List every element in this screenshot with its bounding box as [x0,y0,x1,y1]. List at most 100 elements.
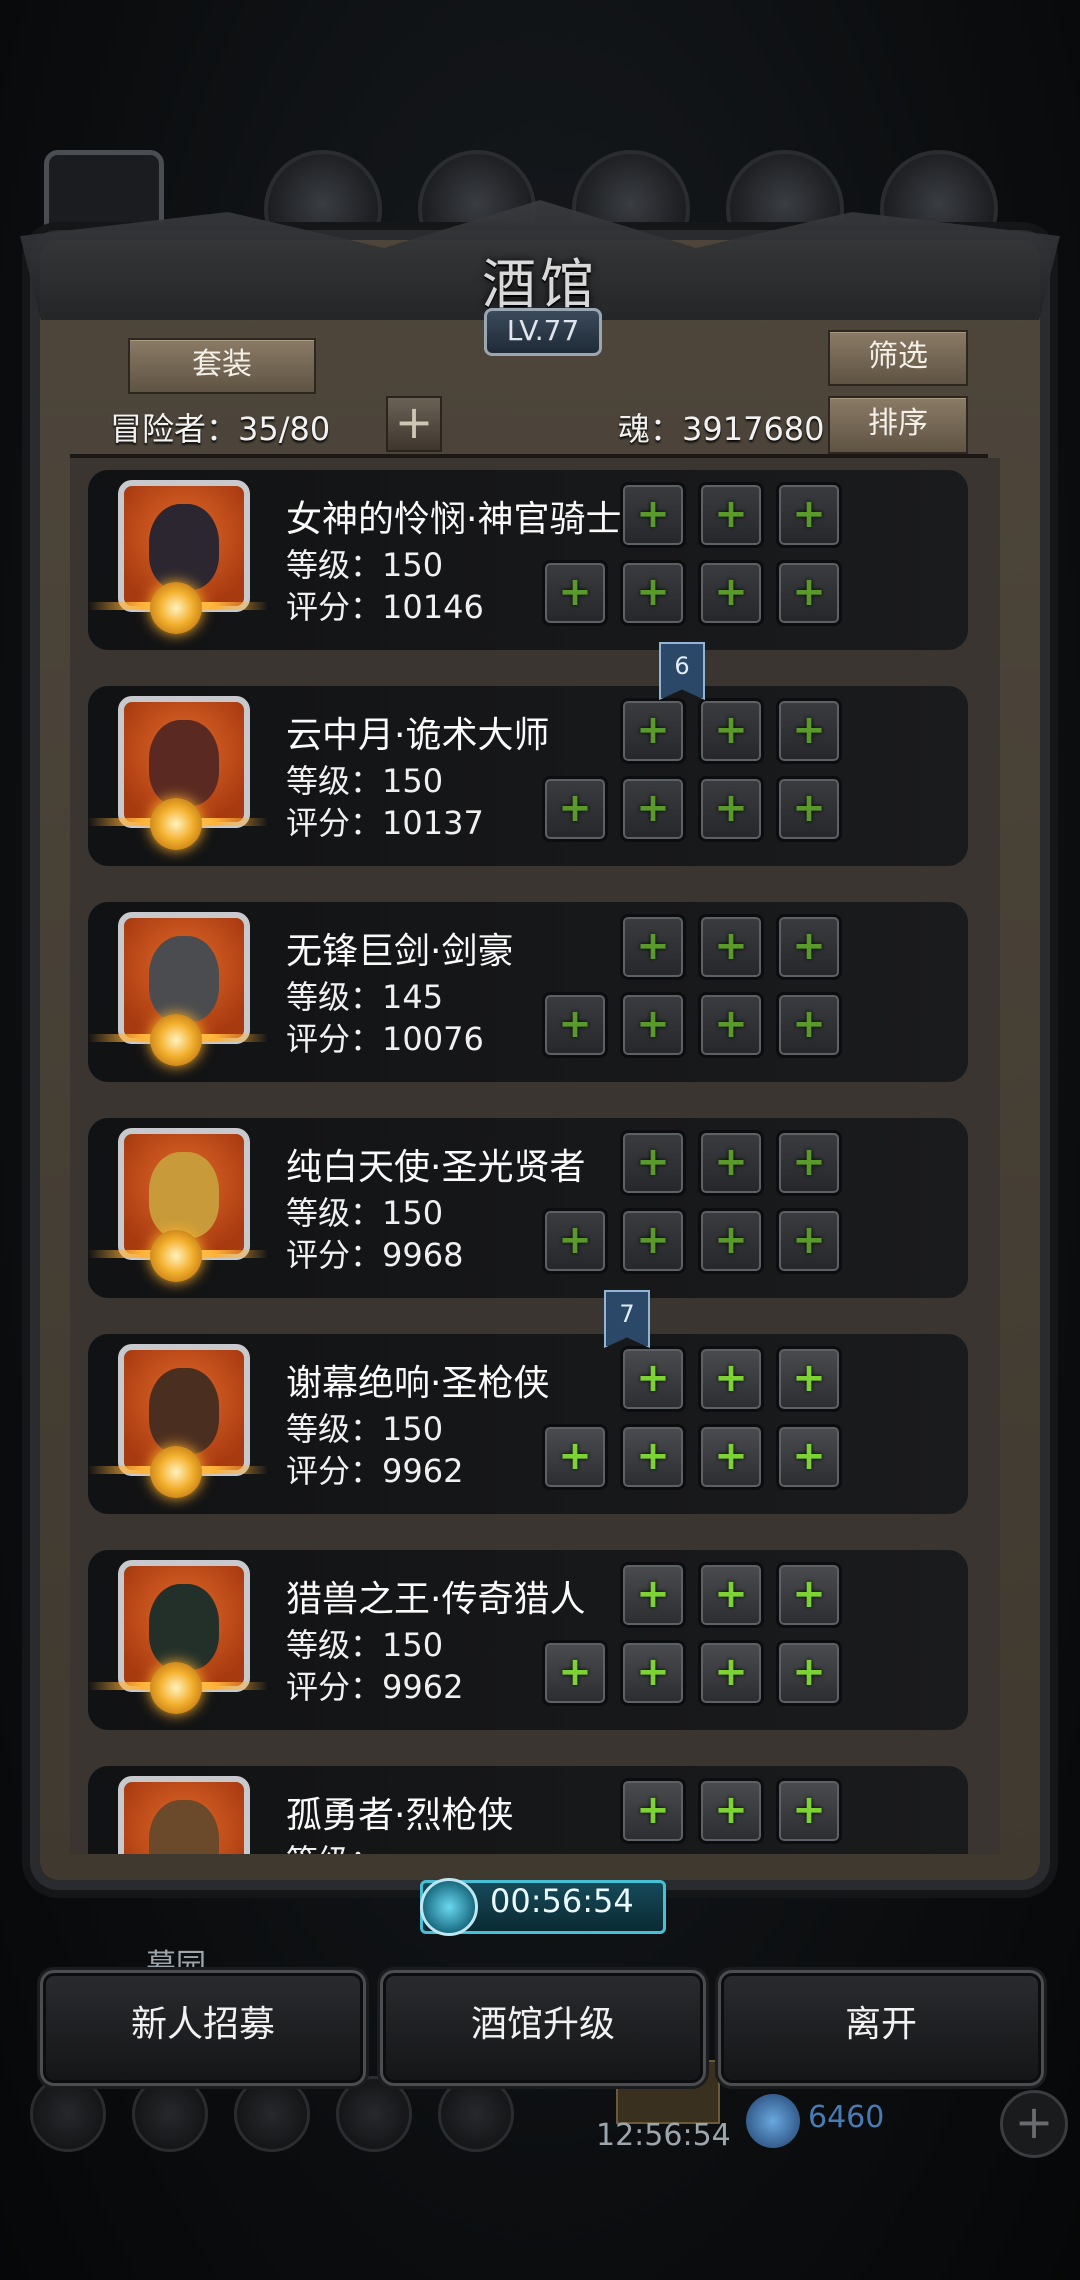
tavern-level-badge: LV.77 [484,308,602,356]
hero-name: 猎兽之王·传奇猎人 [286,1579,586,1620]
slot-plus-icon: + [792,1571,826,1617]
hero-portrait[interactable] [118,1776,250,1854]
equipment-slot[interactable]: + [620,992,686,1058]
equipment-slot[interactable]: + [698,1424,764,1490]
settings-icon[interactable] [30,2076,106,2152]
hero-score: 评分：9962 [286,1668,464,1706]
equipment-slot[interactable]: + [698,914,764,980]
equipment-slot[interactable]: + [698,698,764,764]
rank-emblem-icon [150,1230,202,1282]
equipment-slot[interactable]: + [776,560,842,626]
gem-count: 6460 [808,2100,885,2135]
hero-score: 评分：10146 [286,588,484,626]
mail-icon[interactable] [336,2076,412,2152]
slot-plus-icon: + [636,1571,670,1617]
equipment-slot[interactable]: + [620,1640,686,1706]
slot-plus-icon: + [714,1139,748,1185]
equipment-slot[interactable]: + [698,1778,764,1844]
equipment-slot[interactable]: + [620,1424,686,1490]
equipment-slot[interactable]: + [698,776,764,842]
hero-level: 等级：150 [286,546,444,584]
hero-face-icon [149,1584,219,1670]
slot-plus-icon: + [714,1217,748,1263]
equipment-slot[interactable]: + [542,1640,608,1706]
slot-plus-icon: + [792,1217,826,1263]
hero-card[interactable]: 女神的怜悯·神官骑士 等级：150 评分：10146 + + + + + + + [88,470,968,650]
add-gem-button[interactable]: + [1000,2090,1068,2158]
equipment-slot[interactable]: + [776,1346,842,1412]
equipment-slot[interactable]: + [776,1778,842,1844]
slot-plus-icon: + [558,1433,592,1479]
equipment-slot[interactable]: + [542,1424,608,1490]
equipment-slot[interactable]: + [620,1778,686,1844]
equipment-slot[interactable]: + [620,1130,686,1196]
equipment-slot[interactable]: + [776,1640,842,1706]
equipment-slot[interactable]: + [776,776,842,842]
hero-card[interactable]: 纯白天使·圣光贤者 等级：150 评分：9968 + + + + + + + [88,1118,968,1298]
hero-list[interactable]: 女神的怜悯·神官骑士 等级：150 评分：10146 + + + + + + + 云中月·诡术大师等… [70,458,1000,1854]
leave-button[interactable]: 离开 [718,1970,1044,2086]
hero-name: 女神的怜悯·神官骑士 [286,499,622,540]
hero-card[interactable]: 谢幕绝响·圣枪侠 等级：150 评分：9962 + + + + + + + [88,1334,968,1514]
equipment-slot[interactable]: + [698,992,764,1058]
sort-button[interactable]: 排序 [828,396,968,454]
badge-icon[interactable] [132,2076,208,2152]
hero-card[interactable]: 孤勇者·烈枪侠等级：+++++++ [88,1766,968,1854]
equipment-slot[interactable]: + [698,482,764,548]
guild-icon[interactable] [234,2076,310,2152]
slot-plus-icon: + [714,707,748,753]
hero-score: 评分：9968 [286,1236,464,1274]
rank-emblem-icon [150,1662,202,1714]
slot-plus-icon: + [792,1649,826,1695]
equipment-slot[interactable]: + [620,698,686,764]
equipment-slot[interactable]: + [542,1208,608,1274]
equipment-slot[interactable]: + [620,776,686,842]
refresh-timer: 00:56:54 [490,1882,634,1920]
hero-card[interactable]: 猎兽之王·传奇猎人 等级：150 评分：9962 + + + + + + + [88,1550,968,1730]
equipment-slot[interactable]: + [620,482,686,548]
set-button[interactable]: 套装 [128,338,316,394]
filter-button[interactable]: 筛选 [828,330,968,386]
equipment-slot[interactable]: + [620,560,686,626]
equipment-slot[interactable]: + [542,776,608,842]
upgrade-tavern-button[interactable]: 酒馆升级 [380,1970,706,2086]
cube-icon[interactable] [438,2076,514,2152]
equipment-slot[interactable]: + [776,1208,842,1274]
equipment-slot[interactable]: + [542,560,608,626]
slot-plus-icon: + [636,491,670,537]
hero-face-icon [149,936,219,1022]
equipment-slot[interactable]: + [620,1562,686,1628]
equipment-slot[interactable]: + [698,1130,764,1196]
equipment-slot[interactable]: + [698,1208,764,1274]
equipment-slot[interactable]: + [698,1346,764,1412]
equipment-slot[interactable]: + [776,698,842,764]
equipment-slot[interactable]: + [620,914,686,980]
equipment-slot[interactable]: + [776,1424,842,1490]
equipment-slot[interactable]: + [698,1640,764,1706]
hero-card[interactable]: 无锋巨剑·剑豪 等级：145 评分：10076 + + + + + + + [88,902,968,1082]
slot-plus-icon: + [792,785,826,831]
equipment-slot[interactable]: + [698,1562,764,1628]
slot-plus-icon: + [792,1355,826,1401]
adventurer-count: 冒险者：35/80 [110,410,331,448]
equipment-slot[interactable]: + [620,1208,686,1274]
slot-plus-icon: + [636,1217,670,1263]
equipment-slot[interactable]: + [776,914,842,980]
equipment-slot[interactable]: + [776,482,842,548]
hero-name: 纯白天使·圣光贤者 [286,1147,586,1188]
slot-plus-icon: + [792,707,826,753]
equipment-slot[interactable]: + [698,560,764,626]
slot-plus-icon: + [636,707,670,753]
slot-plus-icon: + [636,1787,670,1833]
equipment-slot[interactable]: + [776,1562,842,1628]
recruit-button[interactable]: 新人招募 [40,1970,366,2086]
slot-plus-icon: + [792,1433,826,1479]
slot-plus-icon: + [636,1649,670,1695]
equipment-slot[interactable]: + [776,1130,842,1196]
equipment-slot[interactable]: + [776,992,842,1058]
expand-capacity-button[interactable]: + [386,396,442,452]
slot-plus-icon: + [636,1001,670,1047]
equipment-slot[interactable]: + [542,992,608,1058]
hero-card[interactable]: 云中月·诡术大师 等级：150 评分：10137 + + + + + + + [88,686,968,866]
equipment-slot[interactable]: + [620,1346,686,1412]
